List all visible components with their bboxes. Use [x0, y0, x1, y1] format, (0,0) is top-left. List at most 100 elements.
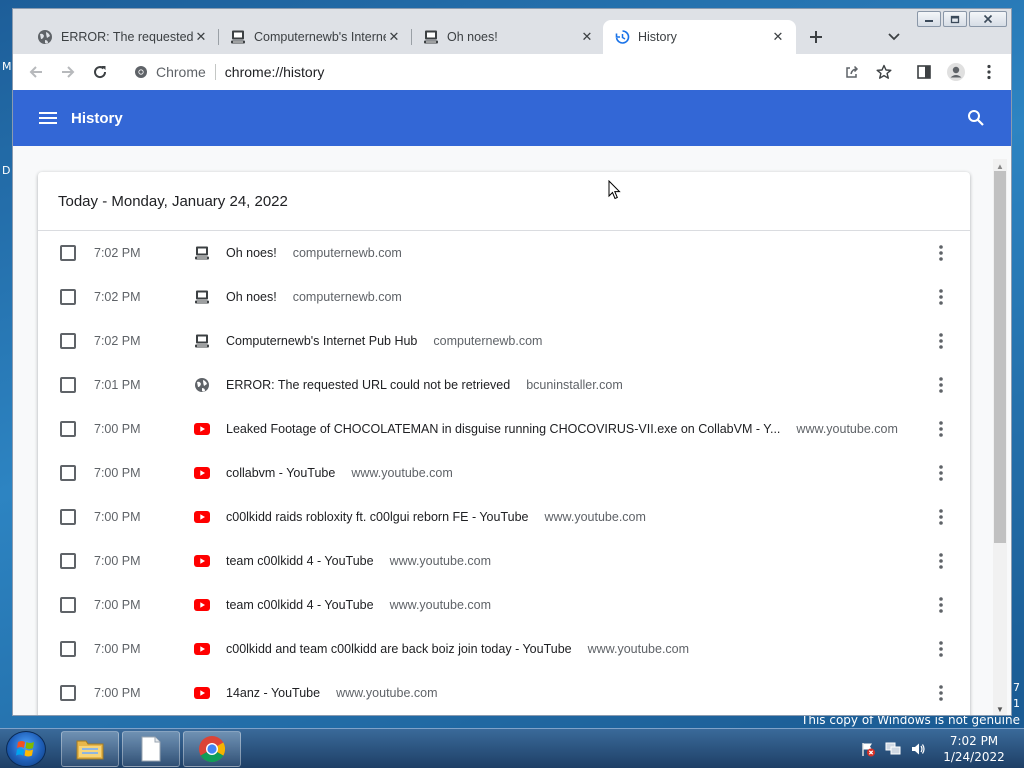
more-actions-icon[interactable] — [939, 508, 943, 526]
taskbar-clock[interactable]: 7:02 PM 1/24/2022 — [935, 733, 1013, 765]
youtube-icon — [194, 641, 210, 657]
taskbar-chrome[interactable] — [183, 731, 241, 767]
taskbar-explorer[interactable] — [61, 731, 119, 767]
menu-button[interactable] — [977, 60, 1001, 84]
more-actions-icon[interactable] — [939, 464, 943, 482]
entry-checkbox[interactable] — [60, 421, 76, 437]
url-text[interactable]: chrome://history — [225, 64, 325, 80]
action-center-flag-icon[interactable] — [860, 741, 876, 757]
entry-title-link[interactable]: c00lkidd and team c00lkidd are back boiz… — [226, 642, 572, 656]
entry-domain[interactable]: computernewb.com — [293, 290, 402, 304]
history-entry-row[interactable]: 7:00 PM c00lkidd raids robloxity ft. c00l… — [38, 495, 970, 539]
history-entry-row[interactable]: 7:00 PM 14anz - YouTube www.youtube.com — [38, 671, 970, 715]
scrollbar-thumb[interactable] — [994, 171, 1006, 543]
close-icon[interactable]: ✕ — [579, 29, 595, 45]
entry-checkbox[interactable] — [60, 685, 76, 701]
back-button[interactable] — [24, 60, 48, 84]
more-actions-icon[interactable] — [939, 376, 943, 394]
new-tab-button[interactable] — [805, 26, 827, 48]
entry-title-link[interactable]: ERROR: The requested URL could not be re… — [226, 378, 510, 392]
avatar-icon — [947, 63, 965, 81]
speaker-icon[interactable] — [910, 741, 926, 757]
start-button[interactable] — [6, 731, 46, 767]
side-panel-button[interactable] — [912, 60, 936, 84]
scroll-up-arrow[interactable]: ▲ — [996, 162, 1004, 171]
minimize-button[interactable] — [917, 11, 941, 27]
document-icon — [141, 736, 161, 762]
entry-checkbox[interactable] — [60, 377, 76, 393]
close-icon[interactable]: ✕ — [770, 29, 786, 45]
address-bar[interactable]: Chrome chrome://history — [127, 58, 899, 86]
search-icon[interactable] — [967, 109, 985, 127]
entry-checkbox[interactable] — [60, 641, 76, 657]
entry-checkbox[interactable] — [60, 333, 76, 349]
history-entry-row[interactable]: 7:02 PM Oh noes! computernewb.com — [38, 275, 970, 319]
entry-checkbox[interactable] — [60, 553, 76, 569]
entry-title-link[interactable]: 14anz - YouTube — [226, 686, 320, 700]
entry-title-link[interactable]: team c00lkidd 4 - YouTube — [226, 554, 374, 568]
close-window-button[interactable] — [969, 11, 1007, 27]
entry-domain[interactable]: www.youtube.com — [336, 686, 437, 700]
entry-checkbox[interactable] — [60, 509, 76, 525]
entry-domain[interactable]: www.youtube.com — [390, 554, 491, 568]
history-entry-row[interactable]: 7:02 PM Oh noes! computernewb.com — [38, 231, 970, 275]
entry-domain[interactable]: www.youtube.com — [796, 422, 897, 436]
network-icon[interactable] — [884, 741, 902, 757]
entry-time: 7:00 PM — [94, 422, 141, 436]
hamburger-menu-icon[interactable] — [39, 109, 57, 127]
entry-title-link[interactable]: c00lkidd raids robloxity ft. c00lgui reb… — [226, 510, 528, 524]
entry-domain[interactable]: www.youtube.com — [588, 642, 689, 656]
entry-checkbox[interactable] — [60, 465, 76, 481]
entry-time: 7:00 PM — [94, 466, 141, 480]
page-scrollbar[interactable]: ▲ ▼ — [993, 159, 1007, 715]
reload-button[interactable] — [88, 60, 112, 84]
history-entry-row[interactable]: 7:00 PM Leaked Footage of CHOCOLATEMAN in… — [38, 407, 970, 451]
history-entry-row[interactable]: 7:00 PM c00lkidd and team c00lkidd are ba… — [38, 627, 970, 671]
entry-title-link[interactable]: Computernewb's Internet Pub Hub — [226, 334, 417, 348]
tab-computernewb-pub-hub[interactable]: Computernewb's Interne ✕ — [219, 20, 412, 54]
entry-checkbox[interactable] — [60, 245, 76, 261]
tab-search-button[interactable] — [883, 26, 905, 48]
share-button[interactable] — [840, 60, 864, 84]
more-actions-icon[interactable] — [939, 596, 943, 614]
close-icon[interactable]: ✕ — [386, 29, 402, 45]
entry-domain[interactable]: bcuninstaller.com — [526, 378, 623, 392]
more-actions-icon[interactable] — [939, 244, 943, 262]
more-actions-icon[interactable] — [939, 332, 943, 350]
profile-button[interactable] — [944, 60, 968, 84]
taskbar-notepad[interactable] — [122, 731, 180, 767]
entry-title-link[interactable]: Oh noes! — [226, 246, 277, 260]
entry-time: 7:00 PM — [94, 554, 141, 568]
more-actions-icon[interactable] — [939, 552, 943, 570]
bookmark-button[interactable] — [872, 60, 896, 84]
history-entry-row[interactable]: 7:02 PM Computernewb's Internet Pub Hub co… — [38, 319, 970, 363]
forward-button[interactable] — [56, 60, 80, 84]
entry-domain[interactable]: www.youtube.com — [351, 466, 452, 480]
tab-history[interactable]: History ✕ — [603, 20, 796, 54]
restore-button[interactable] — [943, 11, 967, 27]
history-entry-row[interactable]: 7:01 PM ERROR: The requested URL could no… — [38, 363, 970, 407]
entry-checkbox[interactable] — [60, 597, 76, 613]
entry-title-link[interactable]: team c00lkidd 4 - YouTube — [226, 598, 374, 612]
entry-checkbox[interactable] — [60, 289, 76, 305]
tab-oh-noes[interactable]: Oh noes! ✕ — [412, 20, 605, 54]
tab-error-page[interactable]: ERROR: The requested U ✕ — [26, 20, 219, 54]
tab-title: Computernewb's Interne — [254, 30, 386, 44]
more-actions-icon[interactable] — [939, 420, 943, 438]
entry-domain[interactable]: www.youtube.com — [390, 598, 491, 612]
close-icon[interactable]: ✕ — [193, 29, 209, 45]
entry-title-link[interactable]: Oh noes! — [226, 290, 277, 304]
entry-domain[interactable]: www.youtube.com — [544, 510, 645, 524]
youtube-icon — [194, 597, 210, 613]
entry-domain[interactable]: computernewb.com — [433, 334, 542, 348]
entry-domain[interactable]: computernewb.com — [293, 246, 402, 260]
more-actions-icon[interactable] — [939, 288, 943, 306]
scroll-down-arrow[interactable]: ▼ — [996, 705, 1004, 714]
history-entry-row[interactable]: 7:00 PM collabvm - YouTube www.youtube.com — [38, 451, 970, 495]
more-actions-icon[interactable] — [939, 640, 943, 658]
history-entry-row[interactable]: 7:00 PM team c00lkidd 4 - YouTube www.yout… — [38, 583, 970, 627]
more-actions-icon[interactable] — [939, 684, 943, 702]
history-entry-row[interactable]: 7:00 PM team c00lkidd 4 - YouTube www.yout… — [38, 539, 970, 583]
entry-title-link[interactable]: collabvm - YouTube — [226, 466, 335, 480]
entry-title-link[interactable]: Leaked Footage of CHOCOLATEMAN in disgui… — [226, 422, 780, 436]
